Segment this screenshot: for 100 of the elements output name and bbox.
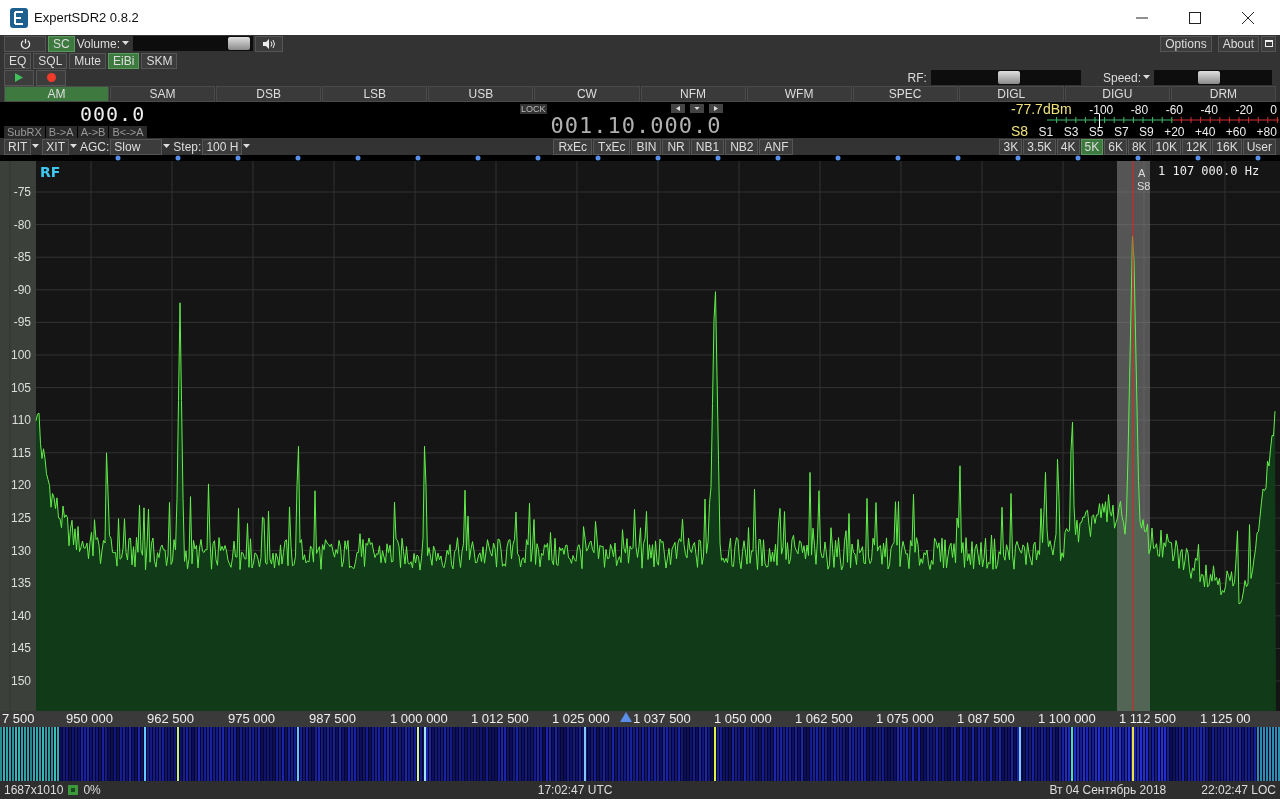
play-button[interactable] xyxy=(4,69,34,86)
dsp-button[interactable]: NB1 xyxy=(690,138,725,155)
xit-dropdown[interactable]: XIT xyxy=(42,138,69,155)
axis-label: 115 xyxy=(11,445,31,460)
menu-button[interactable]: Options xyxy=(1160,35,1212,52)
mode-tab[interactable]: DSB xyxy=(216,86,322,102)
restore-button[interactable] xyxy=(1261,35,1276,52)
frequency-display: 001.10.000.0 xyxy=(550,113,723,138)
mode-tab[interactable]: AM xyxy=(4,86,110,102)
axis-label: 1 062 500 xyxy=(795,712,853,726)
mode-tab[interactable]: LSB xyxy=(322,86,428,102)
toggle-button[interactable]: EiBi xyxy=(108,52,140,69)
spectrum-title: RF xyxy=(40,164,61,180)
axis-label: 125 xyxy=(10,511,31,525)
slider-thumb[interactable] xyxy=(227,37,250,50)
axis-label: 1 000 000 xyxy=(390,712,448,726)
slider-thumb[interactable] xyxy=(997,71,1020,84)
axis-label: 7 500 xyxy=(2,712,35,726)
axis-label: 975 000 xyxy=(228,712,275,726)
scale-label: S1 xyxy=(1038,125,1054,139)
window-icon xyxy=(1264,40,1273,47)
caret-icon[interactable] xyxy=(1143,75,1150,80)
toggle-button[interactable]: Mute xyxy=(69,52,107,69)
scale-label: +40 xyxy=(1195,125,1216,139)
filter-button[interactable]: User xyxy=(1242,138,1276,155)
dsp-button[interactable]: BIN xyxy=(631,138,662,155)
axis-label: -75 xyxy=(13,185,31,199)
axis-label: 1 037 500 xyxy=(633,712,691,726)
maximize-icon[interactable] xyxy=(1189,11,1201,24)
axis-label: 1 025 000 xyxy=(552,712,610,726)
scale-label: -60 xyxy=(1165,103,1183,117)
rf-slider[interactable] xyxy=(930,70,1081,85)
mode-tab[interactable]: SAM xyxy=(110,86,216,102)
axis-label: 1 050 000 xyxy=(714,712,772,726)
vfo-button[interactable]: A->B xyxy=(77,126,109,138)
dsp-button[interactable]: TxEc xyxy=(593,138,631,155)
menu-button[interactable]: About xyxy=(1217,35,1259,52)
filter-button[interactable]: 6K xyxy=(1104,138,1127,155)
axis-label: 1 112 500 xyxy=(1119,712,1176,726)
filter-button[interactable]: 3.5K xyxy=(1023,138,1056,155)
caret-icon[interactable] xyxy=(243,144,251,149)
speaker-button[interactable] xyxy=(255,35,284,52)
scale-label: -80 xyxy=(1130,103,1149,117)
rf-label: RF: xyxy=(907,70,927,85)
step-label: Step: xyxy=(173,139,202,154)
dsp-button[interactable]: RxEc xyxy=(553,138,593,155)
agc-dropdown[interactable]: Slow xyxy=(110,138,163,155)
sc-button[interactable]: SC xyxy=(48,35,75,52)
caret-icon[interactable] xyxy=(70,144,77,149)
step-dropdown[interactable]: 100 H xyxy=(202,138,243,155)
filter-passband[interactable] xyxy=(1117,161,1150,711)
utc-time: 17:02:47 UTC xyxy=(537,783,613,797)
scale-label: S5 xyxy=(1088,125,1104,139)
axis-label: 110 xyxy=(11,413,31,428)
sub-frequency-display: 000.0 xyxy=(79,102,147,126)
filter-button[interactable]: 3K xyxy=(999,138,1023,155)
filter-button[interactable]: 16K xyxy=(1212,138,1242,155)
scale-label: S7 xyxy=(1113,125,1129,139)
caret-icon[interactable] xyxy=(122,41,130,46)
caret-icon[interactable] xyxy=(32,144,40,149)
toggle-button[interactable]: SKM xyxy=(141,52,178,69)
axis-label: 1 012 500 xyxy=(471,712,529,726)
mode-tab[interactable]: NFM xyxy=(640,86,746,102)
volume-slider[interactable] xyxy=(133,36,254,51)
filter-button[interactable]: 4K xyxy=(1056,138,1080,155)
mode-tab[interactable]: USB xyxy=(428,86,534,102)
filter-button[interactable]: 8K xyxy=(1127,138,1151,155)
dbm-reading: -77.7dBm xyxy=(1011,102,1072,116)
vfo-button[interactable]: B<->A xyxy=(109,126,147,138)
caret-icon[interactable] xyxy=(163,144,171,149)
dsp-button[interactable]: NR xyxy=(662,138,690,155)
axis-label: 135 xyxy=(10,576,31,591)
vfo-button[interactable]: SubRX xyxy=(4,126,45,138)
speed-slider[interactable] xyxy=(1154,70,1272,85)
lock-label[interactable]: LOCK xyxy=(520,104,547,114)
toggle-button[interactable]: EQ xyxy=(4,52,32,69)
power-button[interactable] xyxy=(4,35,46,52)
toggle-button[interactable]: SQL xyxy=(33,52,68,69)
rit-dropdown[interactable]: RIT xyxy=(4,138,32,155)
mode-tab[interactable]: WFM xyxy=(746,86,852,102)
scale-label: +20 xyxy=(1164,125,1185,139)
close-icon[interactable] xyxy=(1242,11,1254,24)
filter-button[interactable]: 12K xyxy=(1181,138,1212,155)
cpu-load: 0% xyxy=(83,783,101,797)
record-button[interactable] xyxy=(36,69,66,86)
mode-tab[interactable]: CW xyxy=(534,86,640,102)
axis-label: 987 500 xyxy=(309,712,356,726)
play-icon xyxy=(15,73,23,82)
mode-tab[interactable]: DIGL xyxy=(958,86,1064,102)
filter-button[interactable]: 5K xyxy=(1080,138,1104,155)
mode-tab[interactable]: DIGU xyxy=(1064,86,1170,102)
vfo-button[interactable]: B->A xyxy=(45,126,77,138)
slider-thumb[interactable] xyxy=(1198,71,1221,84)
cpu-icon xyxy=(68,785,79,795)
mode-tab[interactable]: DRM xyxy=(1170,86,1276,102)
dsp-button[interactable]: ANF xyxy=(759,138,794,155)
mode-tab[interactable]: SPEC xyxy=(852,86,958,102)
dsp-button[interactable]: NB2 xyxy=(725,138,759,155)
axis-label: -80 xyxy=(13,217,31,232)
filter-button[interactable]: 10K xyxy=(1151,138,1181,155)
